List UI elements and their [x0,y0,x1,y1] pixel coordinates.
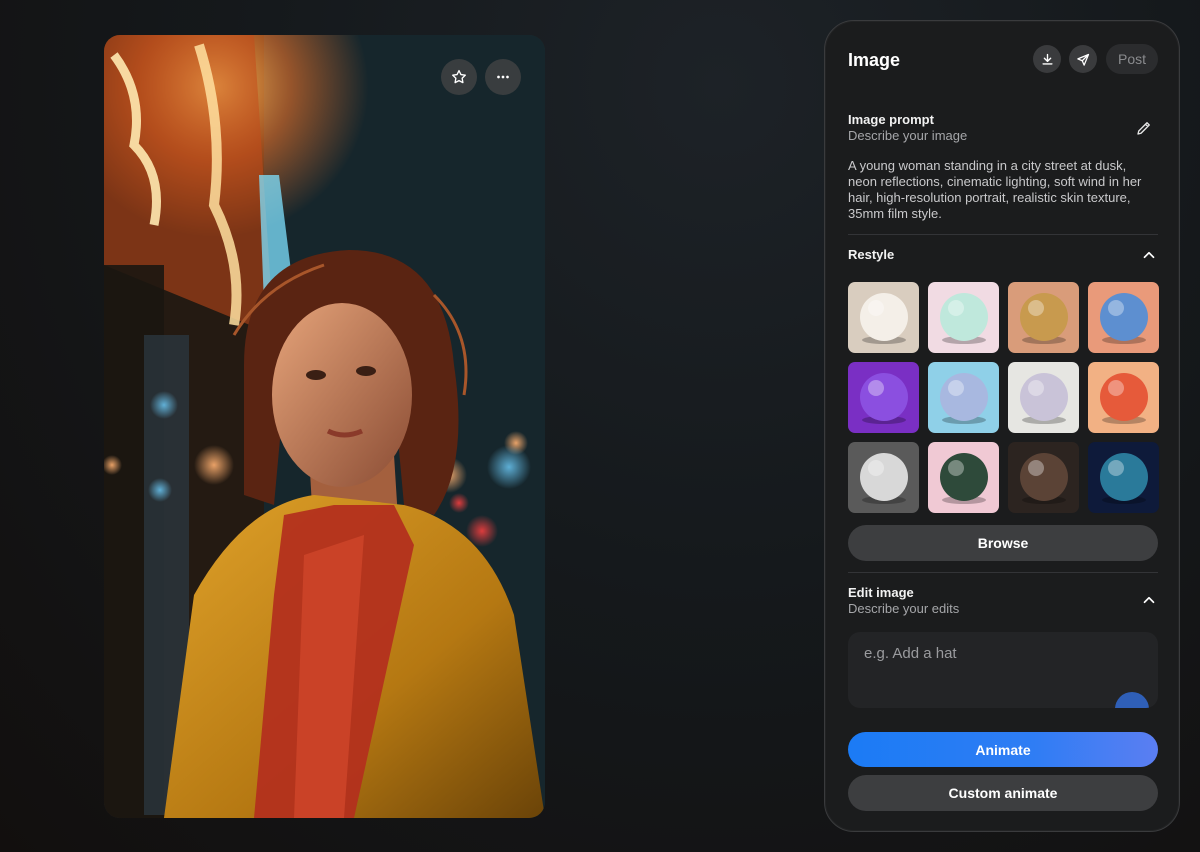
more-options-button[interactable] [485,59,521,95]
pencil-icon[interactable] [1135,119,1153,137]
share-button[interactable] [1069,45,1097,73]
edit-section-title: Edit image [848,585,914,600]
style-thumbnail [1008,282,1079,353]
style-grid [848,282,1159,513]
panel-title: Image [848,50,901,70]
prompt-text: A young woman standing in a city street … [848,158,1142,221]
style-thumbnail [928,442,999,513]
custom-animate-button[interactable]: Custom animate [848,775,1158,811]
chevron-up-icon[interactable] [1140,246,1158,264]
style-option-lowpoly-purple-sphere[interactable] [848,362,919,433]
browse-button[interactable]: Browse [848,525,1158,561]
divider [848,234,1158,235]
style-thumbnail [848,362,919,433]
style-option-pastel-gradient-sphere[interactable] [928,362,999,433]
send-icon [1076,53,1089,66]
style-option-psychedelic-sphere[interactable] [1088,282,1159,353]
style-thumbnail [848,282,919,353]
style-thumbnail [1088,442,1159,513]
more-icon [497,75,509,79]
style-thumbnail [1008,442,1079,513]
style-option-neon-glow-sphere[interactable] [1088,442,1159,513]
style-option-cute-face-sphere[interactable] [928,282,999,353]
style-thumbnail [1008,362,1079,433]
post-button[interactable]: Post [1106,44,1158,74]
style-thumbnail [1088,362,1159,433]
style-option-collage-sphere[interactable] [1008,282,1079,353]
divider [848,572,1158,573]
restyle-section-title: Restyle [848,247,895,262]
style-option-dark-clay-sphere[interactable] [1008,442,1079,513]
style-thumbnail [1088,282,1159,353]
edit-section-subtitle: Describe your edits [848,601,960,616]
image-panel: Image Post Image prompt Describe your im… [824,20,1180,832]
animate-button[interactable]: Animate [848,732,1158,767]
generated-image [104,35,545,818]
chevron-up-icon[interactable] [1140,591,1158,609]
edit-prompt-box [848,632,1158,708]
style-option-striped-beach-ball[interactable] [1088,362,1159,433]
style-option-plain-white-sphere[interactable] [848,282,919,353]
style-option-line-art-sphere[interactable] [848,442,919,513]
style-thumbnail [928,282,999,353]
download-icon [1041,53,1053,65]
prompt-section-subtitle: Describe your image [848,128,968,143]
portrait-photo [104,35,545,818]
download-button[interactable] [1033,45,1061,73]
style-thumbnail [928,362,999,433]
edit-prompt-input[interactable] [848,632,1158,708]
star-icon [452,69,466,84]
style-option-paper-flower-sphere[interactable] [1008,362,1079,433]
style-thumbnail [848,442,919,513]
prompt-section-title: Image prompt [848,112,934,127]
favorite-button[interactable] [441,59,477,95]
style-option-ornate-eye-sphere[interactable] [928,442,999,513]
